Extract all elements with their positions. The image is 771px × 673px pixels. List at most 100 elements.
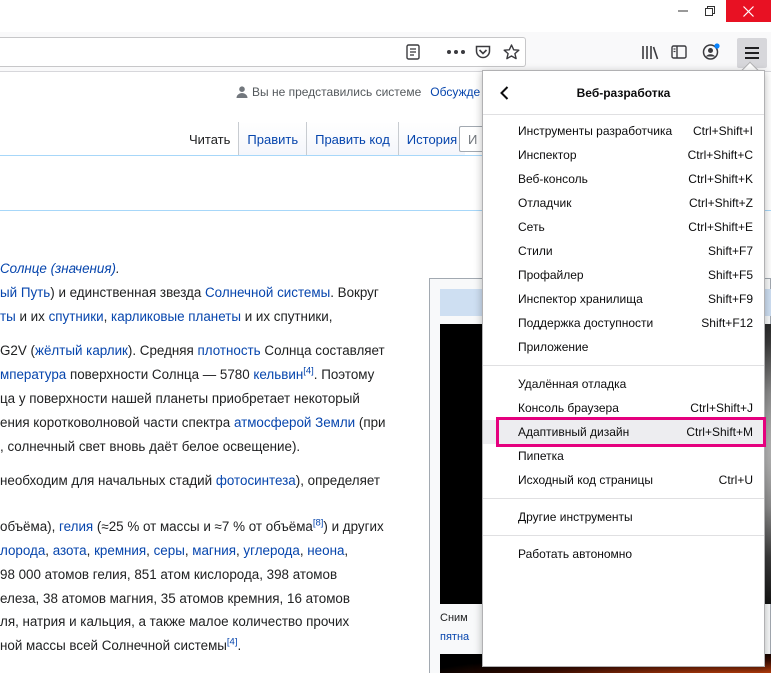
article-link[interactable]: кельвин: [253, 367, 303, 382]
article-text: . Поэтому: [313, 367, 375, 383]
menu-item-shortcut: Shift+F12: [701, 316, 753, 330]
menu-item[interactable]: Поддержка доступности Shift+F12: [483, 311, 764, 335]
menu-item[interactable]: Пипетка: [483, 444, 764, 468]
menu-item[interactable]: Другие инструменты: [483, 505, 764, 529]
panel-header: Веб-разработка: [483, 71, 764, 114]
article-text: ,: [86, 542, 95, 558]
tab-edit[interactable]: Править: [238, 122, 307, 155]
menu-item[interactable]: Инспектор Ctrl+Shift+C: [483, 143, 764, 167]
reader-mode-icon[interactable]: [401, 41, 425, 63]
menu-item[interactable]: Удалённая отладка: [483, 372, 764, 396]
article-link[interactable]: кремния: [94, 543, 146, 558]
menu-item-label: Пипетка: [518, 449, 564, 463]
menu-item[interactable]: Стили Shift+F7: [483, 239, 764, 263]
article-text: , солнечный свет вновь даёт белое освеще…: [0, 438, 301, 454]
menu-item-label: Исходный код страницы: [518, 473, 653, 487]
minimize-icon[interactable]: [670, 0, 696, 22]
article-text: поверхности Солнца — 5780: [66, 367, 254, 383]
article-line: [0, 504, 430, 515]
article-line: [0, 458, 430, 469]
article-link[interactable]: фотосинтеза: [216, 473, 296, 488]
menu-item[interactable]: Веб-консоль Ctrl+Shift+K: [483, 167, 764, 191]
discussion-link[interactable]: Обсужде: [430, 85, 480, 99]
menu-item[interactable]: Инспектор хранилища Shift+F9: [483, 287, 764, 311]
menu-item-label: Приложение: [518, 340, 589, 354]
article-text: (при: [355, 414, 386, 430]
article-text: объёма),: [0, 519, 60, 535]
article-line: необходим для начальных стадий фотосинте…: [0, 469, 430, 493]
sidebar-icon[interactable]: [667, 41, 691, 63]
article-line: ля, натрия и кальция, а также малое коли…: [0, 610, 430, 634]
panel-title: Веб-разработка: [576, 85, 671, 100]
menu-item-label: Профайлер: [518, 268, 584, 282]
article-link[interactable]: плотность: [198, 343, 261, 358]
menu-item[interactable]: Исходный код страницы Ctrl+U: [483, 468, 764, 492]
menu-item-shortcut: Ctrl+U: [718, 473, 753, 487]
tab-edit-source[interactable]: Править код: [306, 122, 398, 155]
menu-item[interactable]: Работать автономно: [483, 542, 764, 566]
menu-item[interactable]: Отладчик Ctrl+Shift+Z: [483, 191, 764, 215]
menu-separator: [483, 535, 764, 536]
article-link[interactable]: гелия: [59, 519, 93, 534]
article-link[interactable]: [8]: [313, 518, 324, 529]
menu-item-shortcut: Ctrl+Shift+J: [690, 401, 753, 415]
article-line: лорода, азота, кремния, серы, магния, уг…: [0, 539, 430, 563]
menu-item[interactable]: Инструменты разработчика Ctrl+Shift+I: [483, 119, 764, 143]
article-text: елеза, 38 атомов магния, 35 атомов кремн…: [0, 590, 350, 606]
highlight-annotation: [496, 417, 766, 447]
article-link[interactable]: азота: [53, 543, 87, 558]
article-link[interactable]: магния: [192, 543, 236, 558]
article-line: G2V (жёлтый карлик). Средняя плотность С…: [0, 339, 430, 363]
article-link[interactable]: ты: [0, 309, 16, 324]
article-line: елеза, 38 атомов магния, 35 атомов кремн…: [0, 587, 430, 611]
article-link[interactable]: неона: [307, 543, 344, 558]
menu-item-label: Консоль браузера: [518, 401, 619, 415]
tab-history[interactable]: История: [397, 122, 466, 155]
article-text: G2V (: [0, 343, 35, 359]
article-text: ) и единственная звезда: [50, 284, 206, 300]
divider: [0, 155, 540, 156]
menu-item-shortcut: Ctrl+Shift+C: [687, 148, 753, 162]
back-arrow-icon[interactable]: [491, 80, 517, 106]
menu-item[interactable]: Сеть Ctrl+Shift+E: [483, 215, 764, 239]
article-text: ) и других: [323, 519, 384, 535]
article-link[interactable]: Солнечной системы: [205, 285, 330, 300]
page-tabs: Читать Править Править код История: [181, 122, 466, 155]
article-link[interactable]: мпература: [0, 367, 66, 382]
article-link[interactable]: жёлтый карлик: [35, 343, 128, 358]
account-icon[interactable]: [699, 41, 723, 63]
article-link[interactable]: [4]: [227, 637, 238, 648]
window-titlebar: [0, 0, 771, 22]
menu-item-label: Отладчик: [518, 196, 572, 210]
menu-item-shortcut: Ctrl+Shift+Z: [688, 196, 753, 210]
article-link[interactable]: [4]: [303, 366, 314, 377]
restore-icon[interactable]: [696, 0, 724, 22]
menu-item-shortcut: Shift+F5: [707, 268, 753, 282]
article-link[interactable]: углерода: [243, 543, 299, 558]
article-link[interactable]: лорода: [0, 543, 45, 558]
menu-item-shortcut: Shift+F7: [707, 244, 753, 258]
not-logged-in-text: Вы не представились системе: [252, 85, 422, 99]
article-text: ). Средняя: [127, 343, 198, 359]
tab-read[interactable]: Читать: [181, 122, 239, 155]
menu-item[interactable]: Профайлер Shift+F5: [483, 263, 764, 287]
article-link[interactable]: карликовые планеты: [111, 309, 241, 324]
article-body: Солнце (значения). ый Путь) и единственна…: [0, 257, 430, 658]
article-link[interactable]: ый Путь: [0, 285, 50, 300]
article-text: ля, натрия и кальция, а также малое коли…: [0, 614, 350, 630]
bookmark-star-icon[interactable]: [499, 41, 523, 63]
article-link[interactable]: Солнце (значения): [0, 261, 116, 276]
article-text: и их спутники,: [240, 308, 333, 324]
article-line: объёма), гелия (≈25 % от массы и ≈7 % от…: [0, 515, 430, 539]
pocket-icon[interactable]: [471, 41, 495, 63]
article-link[interactable]: спутники: [49, 309, 104, 324]
library-icon[interactable]: [638, 41, 662, 63]
menu-item[interactable]: Приложение: [483, 335, 764, 359]
close-icon[interactable]: [726, 0, 771, 22]
menu-item-shortcut: Ctrl+Shift+I: [692, 124, 753, 138]
page-actions-icon[interactable]: [444, 41, 468, 63]
article-link[interactable]: серы: [154, 543, 185, 558]
article-line: ты и их спутники, карликовые планеты и и…: [0, 305, 430, 329]
article-link[interactable]: атмосферой Земли: [234, 415, 355, 430]
menu-item-label: Работать автономно: [518, 547, 633, 561]
